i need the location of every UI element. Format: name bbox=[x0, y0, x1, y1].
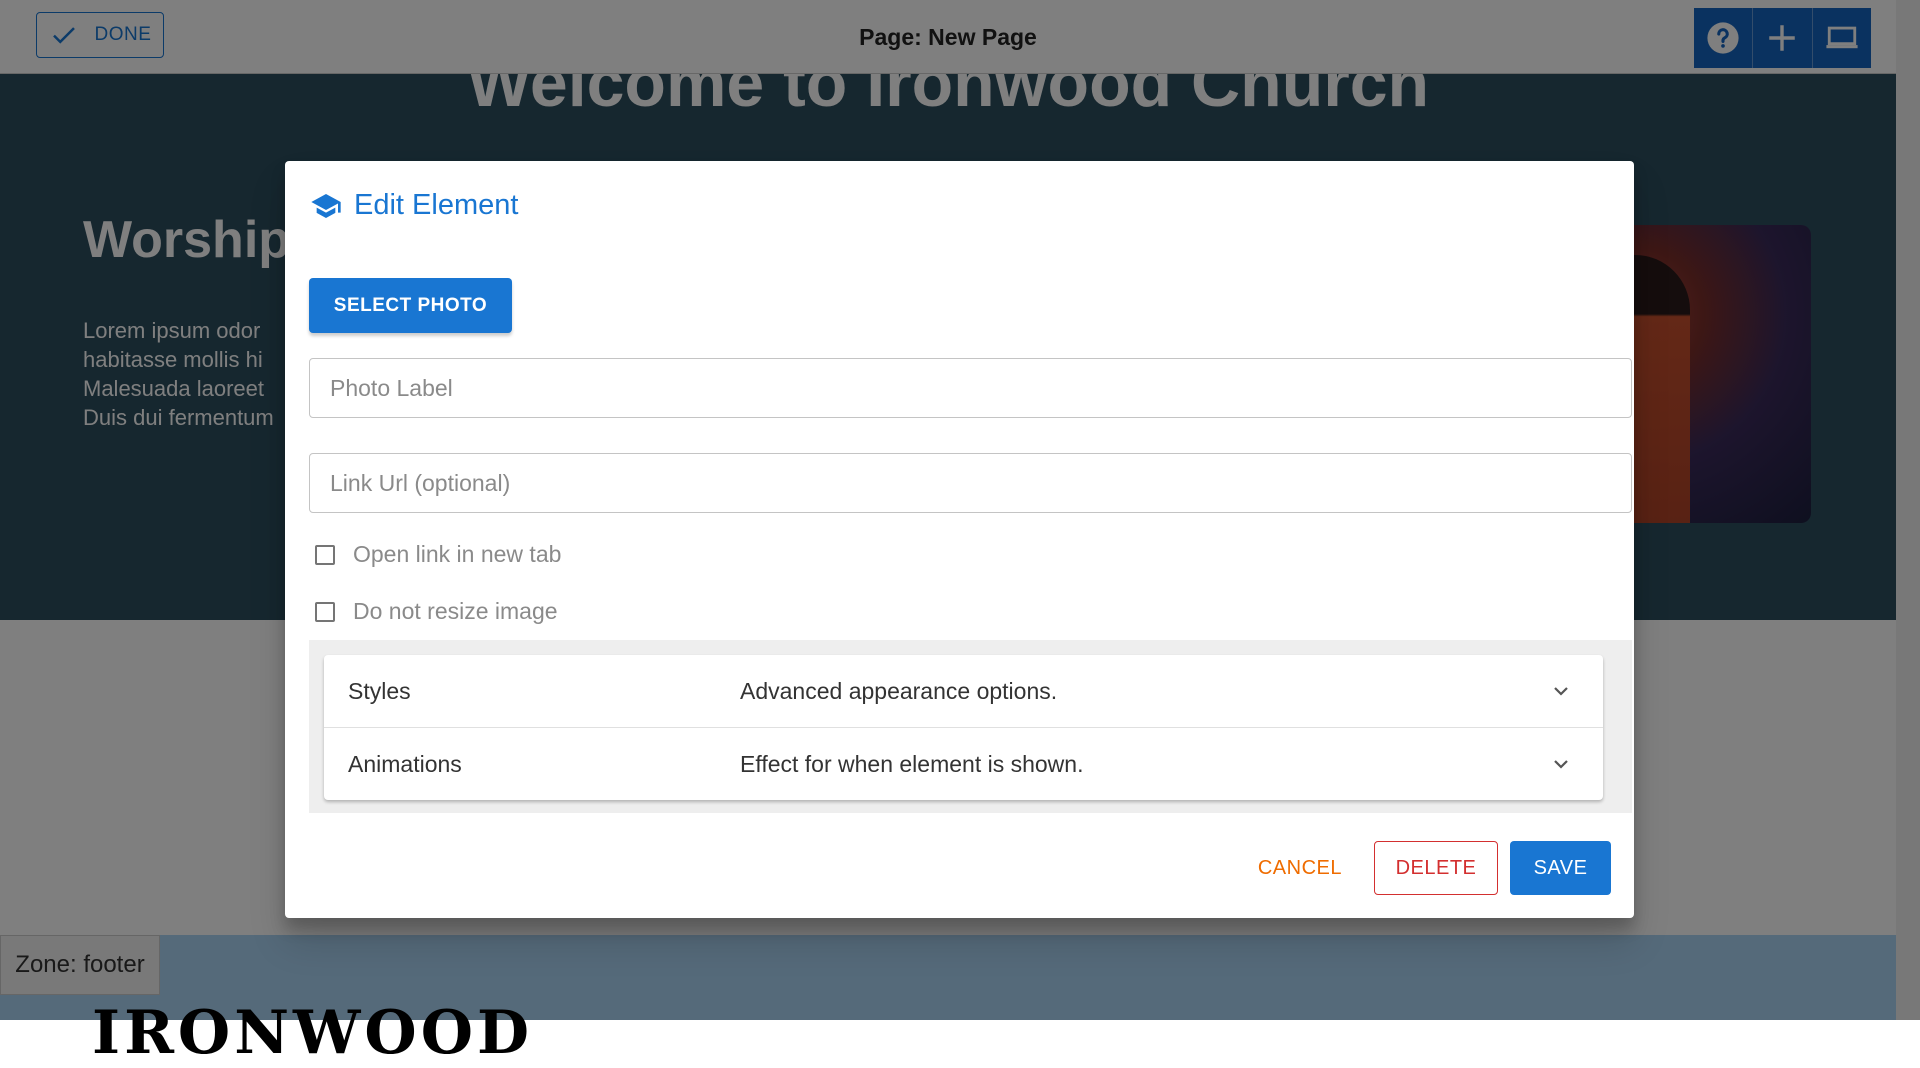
open-new-tab-label: Open link in new tab bbox=[353, 541, 562, 567]
save-button[interactable]: SAVE bbox=[1510, 841, 1611, 895]
cancel-button[interactable]: CANCEL bbox=[1238, 841, 1362, 895]
expansion-panels: Styles Advanced appearance options. Anim… bbox=[324, 655, 1603, 800]
edit-element-dialog: Edit Element SELECT PHOTO Open link in n… bbox=[285, 161, 1634, 918]
delete-button[interactable]: DELETE bbox=[1374, 841, 1498, 895]
panel-description: Advanced appearance options. bbox=[740, 677, 1058, 704]
no-resize-checkbox[interactable] bbox=[315, 601, 335, 622]
no-resize-label: Do not resize image bbox=[353, 598, 558, 624]
dialog-title-text: Edit Element bbox=[354, 189, 519, 221]
open-new-tab-checkbox-row[interactable]: Open link in new tab bbox=[315, 541, 561, 568]
dialog-actions: CANCEL DELETE SAVE bbox=[1238, 841, 1611, 895]
no-resize-checkbox-row[interactable]: Do not resize image bbox=[315, 598, 558, 625]
dialog-title: Edit Element bbox=[310, 189, 518, 222]
panel-description: Effect for when element is shown. bbox=[740, 750, 1084, 777]
panel-title: Animations bbox=[348, 750, 462, 777]
styles-panel-header[interactable]: Styles Advanced appearance options. bbox=[324, 655, 1603, 727]
select-photo-button[interactable]: SELECT PHOTO bbox=[309, 278, 512, 333]
open-new-tab-checkbox[interactable] bbox=[315, 544, 335, 565]
chevron-down-icon bbox=[1554, 760, 1568, 769]
graduation-cap-icon bbox=[311, 193, 341, 218]
chevron-down-icon bbox=[1554, 687, 1568, 696]
animations-panel-header[interactable]: Animations Effect for when element is sh… bbox=[324, 727, 1603, 800]
photo-label-input[interactable] bbox=[309, 358, 1632, 418]
link-url-input[interactable] bbox=[309, 453, 1632, 513]
panel-title: Styles bbox=[348, 677, 411, 704]
expansion-panels-container: Styles Advanced appearance options. Anim… bbox=[309, 640, 1632, 813]
